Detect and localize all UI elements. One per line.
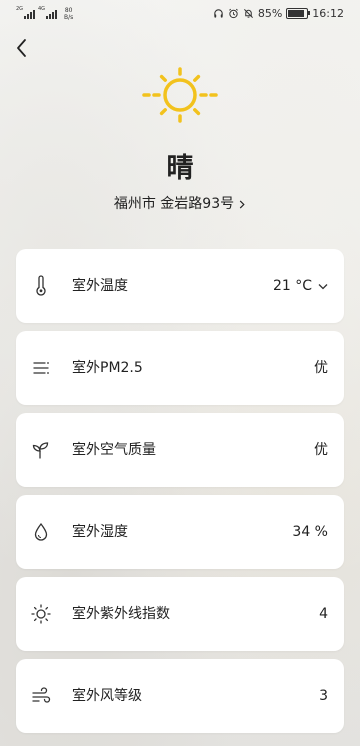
- droplet-icon: [34, 522, 48, 541]
- signal-type: 2G: [16, 6, 24, 12]
- alarm-icon: [228, 8, 238, 19]
- card-outdoor-air-quality[interactable]: 室外空气质量 优: [16, 413, 344, 487]
- status-bar: 2G 4G 80 B/s 85% 16:12: [0, 0, 360, 28]
- leaf-icon: [32, 442, 49, 459]
- weather-condition: 晴: [166, 153, 194, 184]
- card-value: 34 %: [292, 524, 328, 540]
- mute-bell-icon: [243, 9, 253, 18]
- thermometer-icon: [36, 275, 46, 296]
- battery-icon: [286, 8, 311, 19]
- card-label: 室外风等级: [72, 688, 142, 704]
- status-left: 2G 4G 80 B/s: [16, 6, 73, 21]
- temperature-value: 21 °C: [272, 278, 312, 294]
- battery-percent: 85%: [257, 7, 283, 20]
- pm25-icon: [33, 362, 49, 374]
- network-speed-value: 80: [64, 7, 73, 14]
- card-outdoor-wind-level[interactable]: 室外风等级 3: [16, 659, 344, 733]
- card-value: 21 °C: [273, 249, 328, 323]
- card-outdoor-temperature[interactable]: 室外温度 21 °C: [16, 249, 344, 323]
- location-link[interactable]: 福州市 金岩路93号: [0, 193, 360, 213]
- card-value: 优: [314, 442, 328, 458]
- signal-icon: 2G: [16, 6, 35, 19]
- signal-icon: 4G: [38, 6, 57, 19]
- card-value: 4: [319, 606, 328, 622]
- card-label: 室外空气质量: [72, 442, 156, 458]
- card-outdoor-pm25[interactable]: 室外PM2.5 优: [16, 331, 344, 405]
- battery-level: [288, 10, 304, 17]
- signal-type: 4G: [38, 6, 46, 12]
- location-text: 福州市 金岩路93号: [113, 196, 235, 212]
- status-right: 85% 16:12: [213, 7, 344, 20]
- chevron-left-icon: [17, 39, 26, 57]
- sun-icon: [142, 67, 218, 123]
- clock: 16:12: [312, 7, 344, 20]
- card-label: 室外PM2.5: [72, 360, 143, 376]
- headphones-icon: [214, 9, 223, 18]
- network-speed-unit: B/s: [64, 14, 74, 21]
- card-label: 室外湿度: [72, 524, 128, 540]
- card-outdoor-uv-index[interactable]: 室外紫外线指数 4: [16, 577, 344, 651]
- sun-outline-icon: [31, 604, 51, 624]
- back-button[interactable]: [10, 36, 34, 60]
- card-label: 室外温度: [72, 278, 128, 294]
- wind-icon: [32, 687, 51, 703]
- chevron-right-icon: [239, 199, 245, 209]
- card-value: 3: [319, 688, 328, 704]
- card-label: 室外紫外线指数: [72, 606, 170, 622]
- card-outdoor-humidity[interactable]: 室外湿度 34 %: [16, 495, 344, 569]
- card-value: 优: [314, 360, 328, 376]
- network-speed: 80 B/s: [64, 7, 73, 21]
- chevron-down-icon[interactable]: [318, 283, 328, 290]
